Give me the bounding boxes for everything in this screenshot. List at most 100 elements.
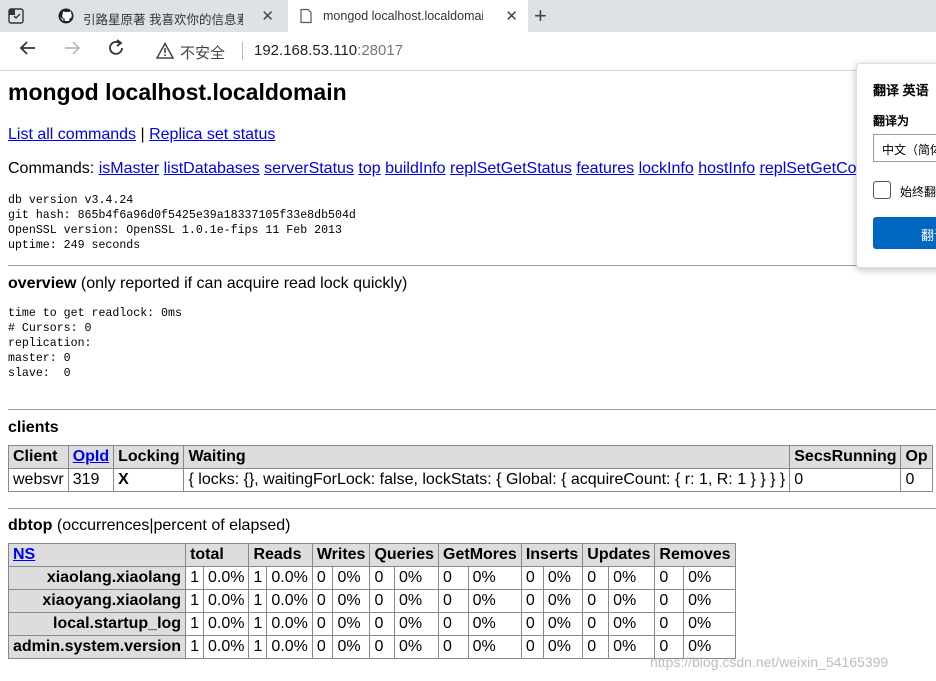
table-cell: 1 xyxy=(185,589,204,613)
table-cell: 1 xyxy=(185,566,204,590)
command-link-replsetgetstatus[interactable]: replSetGetStatus xyxy=(450,160,572,177)
command-link-features[interactable]: features xyxy=(576,160,634,177)
table-cell: 1 xyxy=(185,612,204,636)
table-cell: 1 xyxy=(248,612,268,636)
always-translate-label: 始终翻 xyxy=(900,185,936,199)
table-cell: 0 xyxy=(438,566,469,590)
column-header: total xyxy=(185,543,250,567)
top-links: List all commands | Replica set status xyxy=(8,126,275,144)
forward-arrow-icon[interactable] xyxy=(62,38,82,64)
table-cell: 0% xyxy=(608,612,656,636)
table-cell: 0 xyxy=(438,589,469,613)
overview-note: (only reported if can acquire read lock … xyxy=(76,275,408,292)
clients-heading: clients xyxy=(8,419,59,437)
dbtop-note: (occurrences|percent of elapsed) xyxy=(52,517,291,534)
list-commands-link[interactable]: List all commands xyxy=(8,126,136,143)
table-cell: 0.0% xyxy=(266,635,313,659)
command-link-top[interactable]: top xyxy=(358,160,380,177)
command-link-buildinfo[interactable]: buildInfo xyxy=(385,160,446,177)
translate-button[interactable]: 翻译 xyxy=(873,217,936,249)
table-cell: 0 xyxy=(582,566,610,590)
table-cell: 0 xyxy=(520,612,544,636)
close-tab-icon[interactable]: ✕ xyxy=(505,7,518,25)
table-cell: 0% xyxy=(332,566,371,590)
back-arrow-icon[interactable] xyxy=(18,38,38,64)
command-link-hostinfo[interactable]: hostInfo xyxy=(698,160,755,177)
replica-status-link[interactable]: Replica set status xyxy=(149,126,275,143)
table-cell: 0.0% xyxy=(266,566,313,590)
divider xyxy=(8,409,936,410)
page-content: mongod localhost.localdomain List all co… xyxy=(0,71,936,681)
table-cell: 0 xyxy=(654,589,685,613)
browser-tab-active[interactable]: mongod localhost.localdomain ✕ xyxy=(288,0,528,32)
divider xyxy=(8,265,936,266)
overview-title: overview xyxy=(8,275,77,292)
security-status[interactable]: 不安全 xyxy=(180,42,225,63)
command-link-ismaster[interactable]: isMaster xyxy=(99,160,159,177)
namespace-cell: xiaolang.xiaolang xyxy=(7,566,187,590)
command-link-listdatabases[interactable]: listDatabases xyxy=(164,160,260,177)
translate-to-label: 翻译为 xyxy=(873,114,910,128)
url-host: 192.168.53.110 xyxy=(254,42,358,59)
dbtop-heading: dbtop (occurrences|percent of elapsed) xyxy=(8,517,290,535)
table-row: xiaoyang.xiaolang 1 0.0% 1 0.0% 0 0% 0 0% 0 0% 0 0% 0… xyxy=(7,589,736,613)
close-tab-icon[interactable]: ✕ xyxy=(261,7,274,25)
column-header: Waiting xyxy=(183,445,791,469)
table-header-row: Client OpId Locking Waiting SecsRunning … xyxy=(8,445,933,469)
overview-heading: overview (only reported if can acquire r… xyxy=(8,275,407,293)
column-header-opid: OpId xyxy=(67,445,115,469)
column-header: Writes xyxy=(311,543,371,567)
ns-sort-link[interactable]: NS xyxy=(13,546,35,563)
watermark: https://blog.csdn.net/weixin_54165399 xyxy=(650,654,889,670)
table-cell: 319 xyxy=(67,468,115,492)
new-tab-button[interactable]: + xyxy=(534,3,547,29)
address-bar[interactable]: 192.168.53.110:28017 xyxy=(254,42,403,59)
tab-actions-icon[interactable] xyxy=(6,6,26,26)
table-cell: 0 xyxy=(311,635,334,659)
command-link-lockinfo[interactable]: lockInfo xyxy=(639,160,694,177)
table-cell: 1 xyxy=(248,589,268,613)
table-cell: websvr xyxy=(8,468,69,492)
column-header: Removes xyxy=(654,543,736,567)
tab-strip: 引路星原著 我喜欢你的信息素广 ✕ mongod localhost.local… xyxy=(0,0,936,32)
column-header: Client xyxy=(8,445,69,469)
overview-body: time to get readlock: 0ms # Cursors: 0 r… xyxy=(8,307,182,380)
opid-sort-link[interactable]: OpId xyxy=(73,448,109,465)
translate-popup-title: 翻译 英语 xyxy=(873,83,929,98)
table-cell: 0.0% xyxy=(266,589,313,613)
table-cell: 0 xyxy=(900,468,933,492)
column-header: GetMores xyxy=(438,543,522,567)
table-cell: 0% xyxy=(332,635,371,659)
table-cell: 0 xyxy=(438,635,469,659)
column-header: Updates xyxy=(582,543,656,567)
address-toolbar: 不安全 192.168.53.110:28017 xyxy=(0,32,936,71)
clients-title: clients xyxy=(8,419,59,436)
column-header: Inserts xyxy=(520,543,584,567)
table-cell: 0% xyxy=(683,589,736,613)
table-cell: { locks: {}, waitingForLock: false, lock… xyxy=(183,468,791,492)
namespace-cell: local.startup_log xyxy=(7,612,187,636)
command-link-serverstatus[interactable]: serverStatus xyxy=(264,160,354,177)
table-cell: 0% xyxy=(608,635,656,659)
table-row: xiaolang.xiaolang 1 0.0% 1 0.0% 0 0% 0 0% 0 0% 0 0% 0… xyxy=(7,566,736,590)
table-cell: 0 xyxy=(369,566,395,590)
table-row: websvr 319 X { locks: {}, waitingForLock… xyxy=(8,468,933,492)
column-header: Queries xyxy=(369,543,440,567)
table-cell: 0 xyxy=(582,635,610,659)
table-cell: 0 xyxy=(789,468,902,492)
page-icon xyxy=(298,8,314,24)
table-cell: 0 xyxy=(654,566,685,590)
table-cell: 0 xyxy=(520,589,544,613)
table-cell: 0% xyxy=(393,589,440,613)
table-cell: 0% xyxy=(467,635,522,659)
commands-bar: Commands: isMaster listDatabases serverS… xyxy=(8,160,882,178)
divider xyxy=(242,42,243,60)
warning-icon[interactable] xyxy=(155,41,175,60)
reload-icon[interactable] xyxy=(106,38,126,64)
target-language-select[interactable]: 中文（简体） xyxy=(873,134,936,162)
always-translate-checkbox[interactable] xyxy=(873,181,891,199)
browser-tab[interactable]: 引路星原著 我喜欢你的信息素广 ✕ xyxy=(48,0,284,32)
clients-table: Client OpId Locking Waiting SecsRunning … xyxy=(8,445,933,492)
table-cell: 0.0% xyxy=(202,589,250,613)
table-row: admin.system.version 1 0.0% 1 0.0% 0 0% 0 0% 0 0% 0… xyxy=(7,635,736,659)
